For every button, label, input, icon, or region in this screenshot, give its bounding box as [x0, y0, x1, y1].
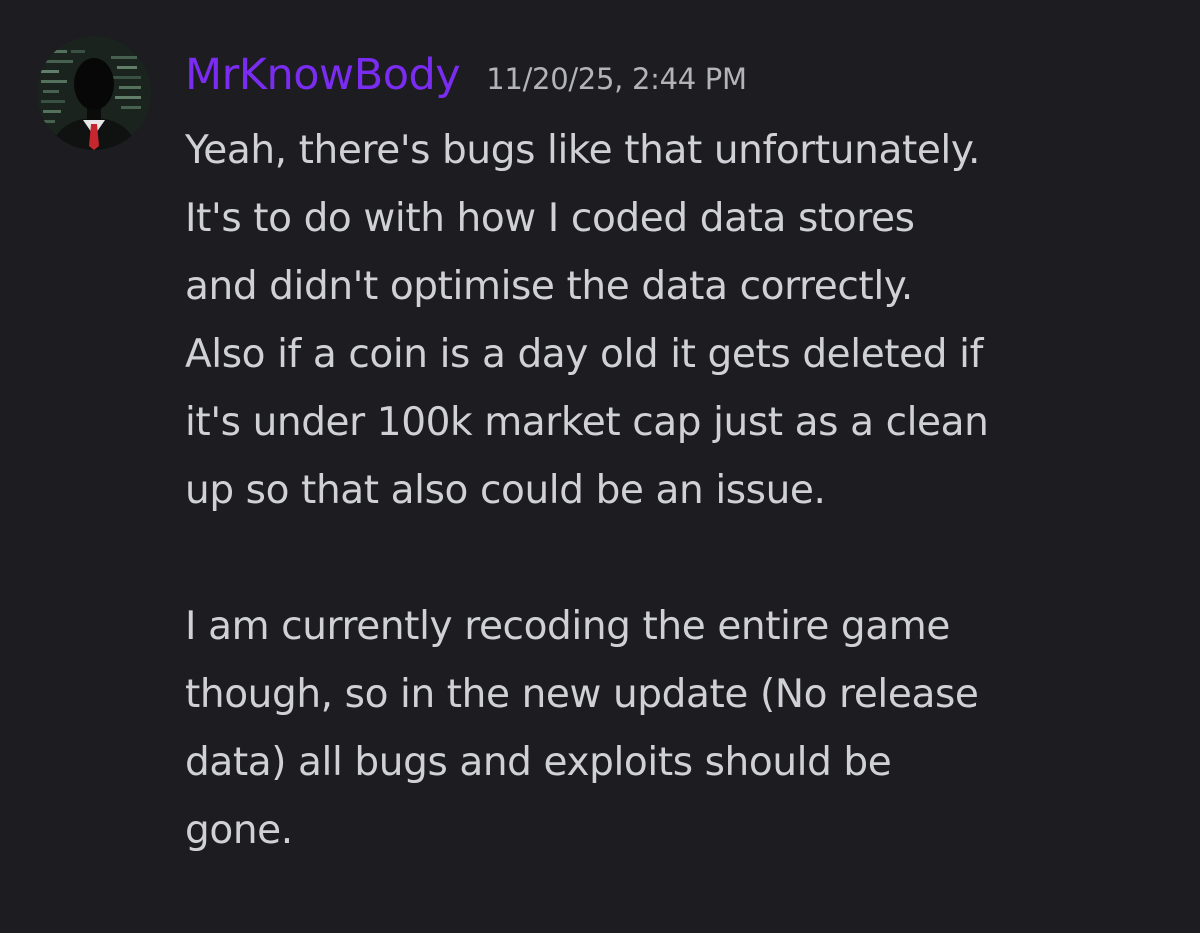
message-line: It's to do with how I coded data stores — [185, 196, 915, 241]
message-line: up so that also could be an issue. — [185, 468, 826, 513]
message-line: and didn't optimise the data correctly. — [185, 264, 913, 309]
message-line: Also if a coin is a day old it gets dele… — [185, 332, 983, 377]
message-header: MrKnowBody 11/20/25, 2:44 PM — [185, 40, 747, 110]
message-line: it's under 100k market cap just as a cle… — [185, 400, 989, 445]
timestamp: 11/20/25, 2:44 PM — [486, 62, 747, 96]
message-line: gone. — [185, 808, 293, 853]
message-line: though, so in the new update (No release — [185, 672, 979, 717]
hooded-figure-avatar-icon — [37, 36, 151, 150]
message-line: I am currently recoding the entire game — [185, 604, 950, 649]
message-content: Yeah, there's bugs like that unfortunate… — [185, 117, 1195, 865]
avatar[interactable] — [37, 36, 151, 150]
message-line: Yeah, there's bugs like that unfortunate… — [185, 128, 980, 173]
message-line: data) all bugs and exploits should be — [185, 740, 892, 785]
username[interactable]: MrKnowBody — [185, 40, 461, 110]
chat-message: MrKnowBody 11/20/25, 2:44 PM Yeah, there… — [0, 0, 1200, 933]
